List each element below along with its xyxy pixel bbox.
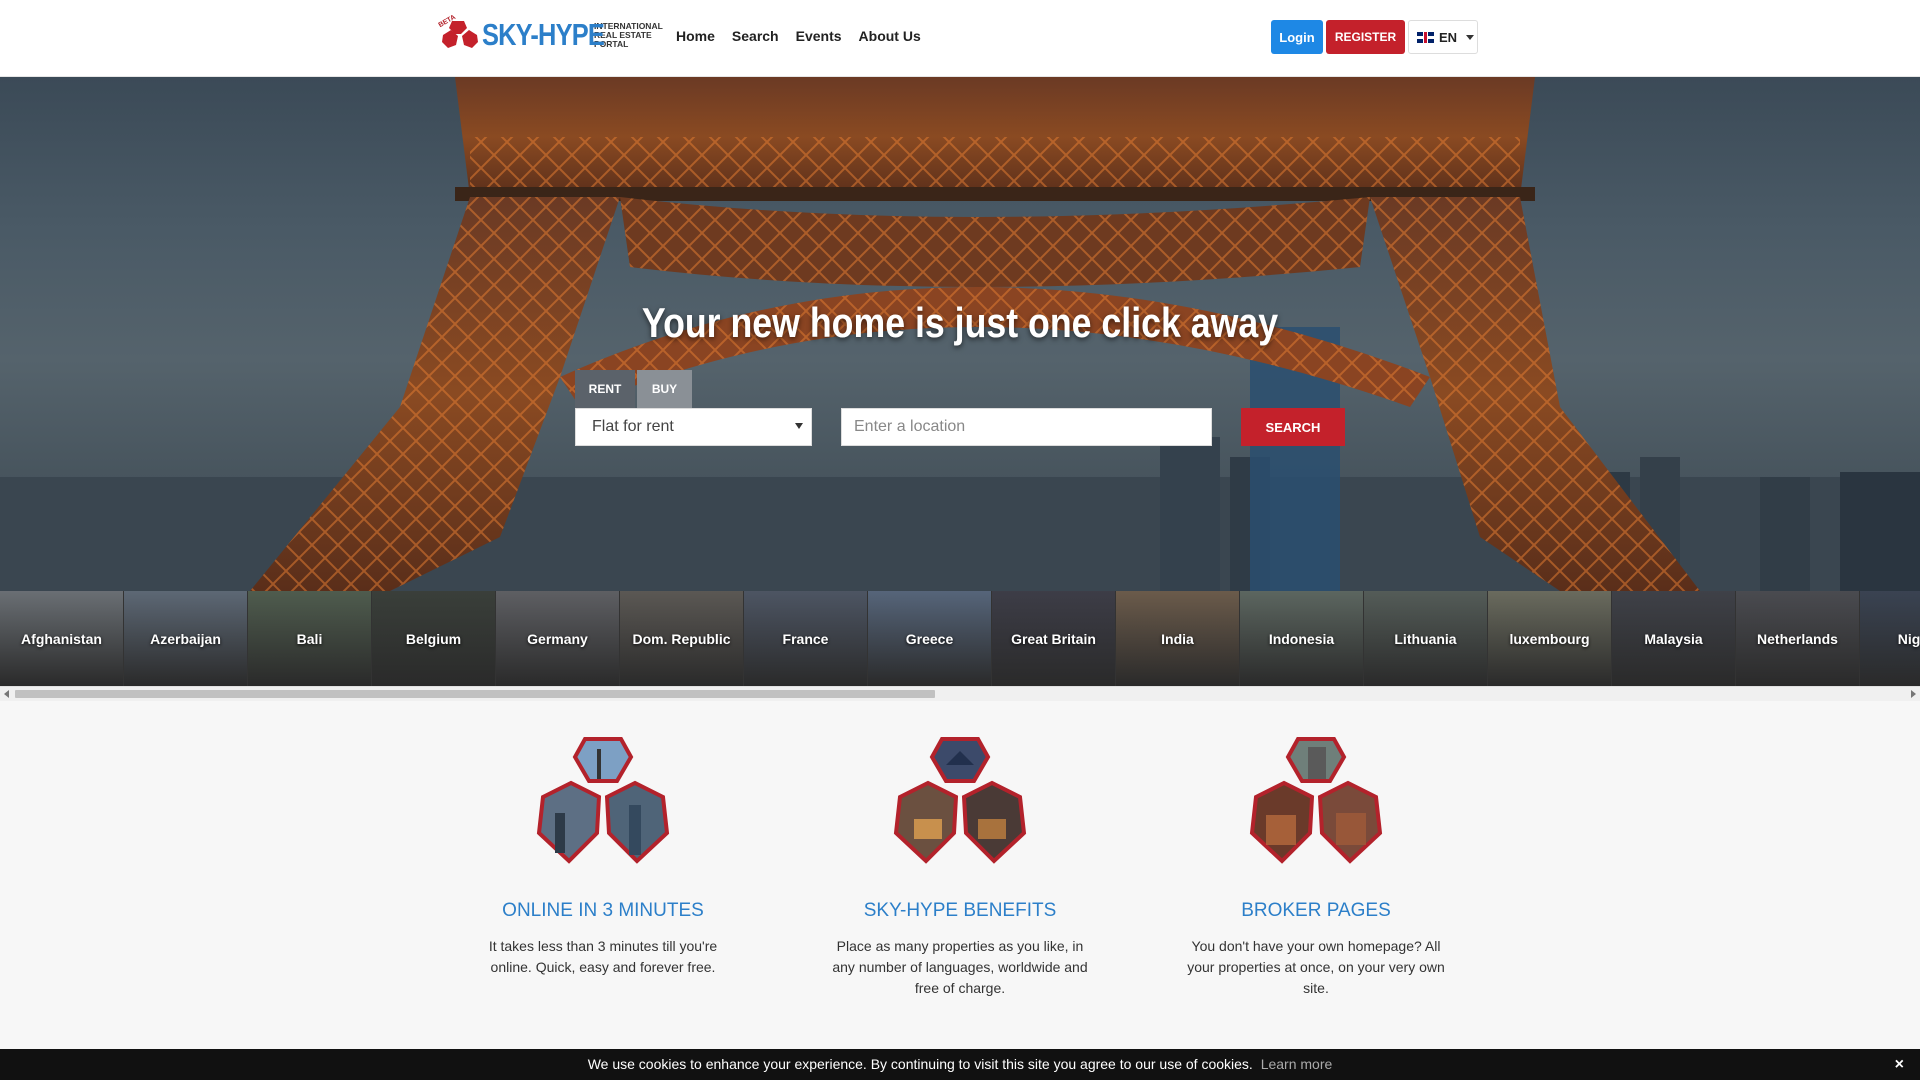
nav-home[interactable]: Home	[676, 28, 715, 44]
country-label: Germany	[527, 630, 588, 647]
country-label: Netherlands	[1757, 630, 1838, 647]
scroll-left-arrow-icon[interactable]	[4, 690, 9, 698]
country-tile[interactable]: Greece	[868, 591, 991, 686]
cookie-banner: We use cookies to enhance your experienc…	[0, 1049, 1920, 1080]
location-input[interactable]	[841, 408, 1212, 446]
cookie-text: We use cookies to enhance your experienc…	[587, 1056, 1253, 1072]
country-label: Greece	[905, 630, 954, 647]
property-type-select[interactable]: Flat for rent	[575, 408, 812, 446]
country-tile[interactable]: Dom. Republic	[620, 591, 743, 686]
country-label: France	[782, 630, 829, 647]
nav-about-us[interactable]: About Us	[859, 28, 921, 44]
country-label: India	[1161, 630, 1194, 647]
cookie-learn-more-link[interactable]: Learn more	[1261, 1056, 1333, 1072]
logo-mark-icon: BETA	[437, 14, 480, 55]
tab-rent[interactable]: RENT	[575, 370, 635, 408]
nav-events[interactable]: Events	[796, 28, 842, 44]
country-tile[interactable]: Nigeria	[1860, 591, 1920, 686]
language-dropdown[interactable]: EN	[1408, 20, 1478, 54]
country-tile[interactable]: Malaysia	[1612, 591, 1735, 686]
buildings-hexagon-icon	[1249, 737, 1383, 864]
feature-text: Place as many properties as you like, in…	[832, 938, 1088, 996]
country-tile[interactable]: Belgium	[372, 591, 495, 686]
country-label: Great Britain	[1011, 630, 1096, 647]
country-tile[interactable]: France	[744, 591, 867, 686]
feature-broker-pages: BROKER PAGES You don't have your own hom…	[1176, 735, 1456, 999]
country-tile[interactable]: luxembourg	[1488, 591, 1611, 686]
logo-tagline: INTERNATIONAL REAL ESTATE PORTAL	[594, 20, 663, 49]
country-tile[interactable]: Azerbaijan	[124, 591, 247, 686]
language-label: EN	[1439, 29, 1458, 45]
country-label: Dom. Republic	[632, 630, 731, 647]
scroll-right-arrow-icon[interactable]	[1911, 690, 1916, 698]
country-tile[interactable]: Afghanistan	[0, 591, 123, 686]
country-tile[interactable]: Netherlands	[1736, 591, 1859, 686]
feature-title: ONLINE IN 3 MINUTES	[502, 900, 704, 921]
country-tile[interactable]: Indonesia	[1240, 591, 1363, 686]
dropdown-arrow-icon	[795, 423, 803, 429]
feature-text: You don't have your own homepage? All yo…	[1187, 938, 1445, 996]
country-label: luxembourg	[1509, 630, 1590, 647]
country-label: Indonesia	[1268, 630, 1335, 647]
country-tile[interactable]: India	[1116, 591, 1239, 686]
country-label: Nigeria	[1897, 630, 1920, 647]
city-hexagon-icon	[536, 737, 670, 864]
site-logo[interactable]: BETA SKY-HYPE INTERNATIONAL REAL ESTATE …	[437, 14, 665, 55]
feature-benefits: SKY-HYPE BENEFITS Place as many properti…	[820, 735, 1100, 999]
chevron-down-icon	[1466, 34, 1475, 40]
country-label: Bali	[296, 630, 323, 647]
horizontal-scrollbar[interactable]	[0, 686, 1920, 701]
property-type-value: Flat for rent	[592, 418, 674, 435]
close-icon[interactable]: ×	[1895, 1049, 1904, 1080]
tab-buy[interactable]: BUY	[637, 370, 692, 408]
hero-title: Your new home is just one click away	[641, 299, 1279, 346]
country-label: Lithuania	[1394, 630, 1457, 647]
country-tile[interactable]: Lithuania	[1364, 591, 1487, 686]
uk-flag-icon	[1417, 31, 1434, 43]
feature-title: SKY-HYPE BENEFITS	[863, 900, 1057, 921]
register-button[interactable]: REGISTER	[1326, 20, 1405, 54]
feature-text: It takes less than 3 minutes till you're…	[488, 938, 718, 975]
logo-brand-text: SKY-HYPE	[482, 17, 605, 52]
feature-online: ONLINE IN 3 MINUTES It takes less than 3…	[463, 735, 743, 978]
search-button[interactable]: SEARCH	[1241, 408, 1345, 446]
country-strip: Afghanistan Azerbaijan Bali Belgium Germany D…	[0, 591, 1920, 686]
country-tile[interactable]: Great Britain	[992, 591, 1115, 686]
country-tile[interactable]: Germany	[496, 591, 619, 686]
country-label: Malaysia	[1644, 630, 1703, 647]
country-label: Belgium	[405, 630, 462, 647]
hero-section: Your new home is just one click away REN…	[0, 77, 1920, 591]
login-button[interactable]: Login	[1271, 20, 1323, 54]
country-label: Afghanistan	[21, 630, 102, 647]
nav-search[interactable]: Search	[732, 28, 779, 44]
feature-title: BROKER PAGES	[1241, 900, 1391, 921]
main-nav: Home Search Events About Us	[676, 28, 938, 44]
country-tile[interactable]: Bali	[248, 591, 371, 686]
site-header: BETA SKY-HYPE INTERNATIONAL REAL ESTATE …	[0, 0, 1920, 77]
scrollbar-thumb[interactable]	[15, 690, 935, 698]
houses-hexagon-icon	[893, 737, 1027, 864]
country-label: Azerbaijan	[150, 630, 221, 647]
